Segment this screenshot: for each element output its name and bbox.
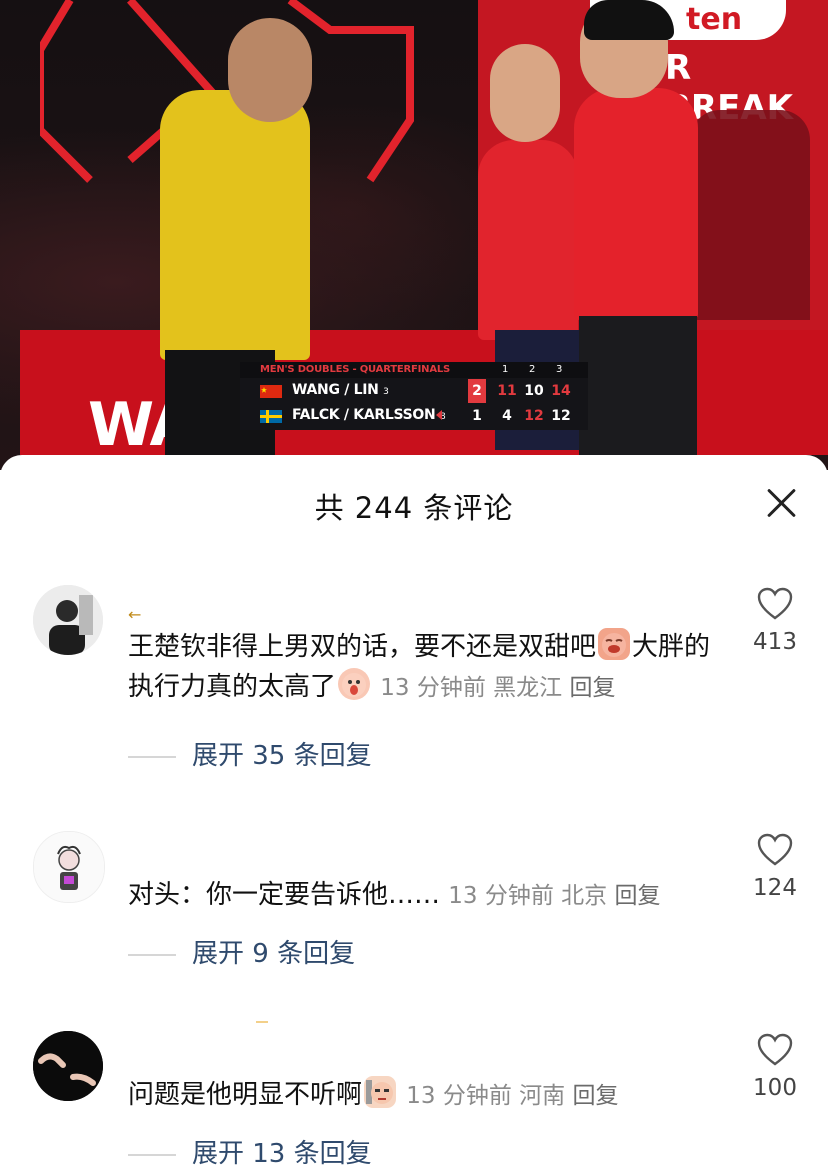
comment-sheet: 共 244 条评论 ← 王楚钦非得上男双的话，要不还是双甜吧 大胖的执行力真的太高… [0,455,828,1169]
like-count: 124 [753,875,797,901]
team-row: WANG / LIN 3 2 11 10 14 [240,379,588,403]
set-header: 3 [556,364,563,375]
expand-replies-button[interactable]: 展开 13 条回复 [128,1133,372,1173]
comment-meta: 13 分钟前 黑龙江 回复 [380,675,616,701]
player-figure [574,88,698,320]
user-badge [256,1021,268,1023]
expand-replies-button[interactable]: 展开 9 条回复 [128,933,355,973]
heart-icon [757,833,793,866]
comment-text: 问题是他明显不听啊 13 分钟前 河南 回复 [128,1075,718,1116]
comment-meta: 13 分钟前 北京 回复 [448,883,661,909]
reply-button[interactable]: 回复 [614,883,660,909]
coach-figure [160,90,310,360]
like-button[interactable]: 413 [750,587,800,655]
close-icon[interactable] [766,487,798,519]
comment-text: 对头：你一定要告诉他…… 13 分钟前 北京 回复 [128,880,661,910]
user-badge: ← [128,605,142,624]
set-header: 2 [529,364,536,375]
player-shorts [579,316,697,456]
crying-face-icon [598,628,631,660]
shocked-face-icon [338,668,371,700]
game-score: 11 [497,383,517,399]
team-name: FALCK / KARLSSON 8 [292,407,446,423]
divider-line [128,755,176,758]
comment-text: 王楚钦非得上男双的话，要不还是双甜吧 大胖的执行力真的太高了 13 分钟前 黑龙江… [128,627,718,708]
like-count: 100 [753,1075,797,1101]
player-figure [478,140,578,340]
china-flag-icon [260,385,282,398]
game-score: 14 [551,383,571,399]
heart-icon [757,587,793,620]
comment-count-title: 共 244 条评论 [314,491,514,525]
serve-indicator-icon [436,410,442,420]
event-title: MEN'S DOUBLES - QUARTERFINALS [260,364,451,375]
set-header: 1 [502,364,509,375]
sweden-flag-icon [260,410,282,423]
reply-button[interactable]: 回复 [569,675,615,701]
avatar[interactable] [33,831,105,903]
player-head [490,44,560,142]
reply-button[interactable]: 回复 [572,1083,618,1109]
avatar[interactable] [33,1031,103,1101]
expand-replies-button[interactable]: 展开 35 条回复 [128,735,372,775]
divider-line [128,953,176,956]
scoreboard: MEN'S DOUBLES - QUARTERFINALS 1 2 3 WANG… [240,362,588,430]
game-score: 12 [551,408,571,424]
player-hair [584,0,674,40]
team-row: FALCK / KARLSSON 8 1 4 12 12 [240,404,588,428]
crowd [690,110,810,320]
divider-line [128,1153,176,1156]
like-button[interactable]: 124 [750,833,800,901]
comment-meta: 13 分钟前 河南 回复 [406,1083,619,1109]
game-score: 4 [502,408,512,424]
video-player[interactable]: ten R BREAK WA MEN'S DOUBLES - QUARTERFI… [0,0,828,470]
team-name: WANG / LIN 3 [292,382,389,398]
avatar[interactable] [33,585,103,655]
coach-head [228,18,312,122]
like-button[interactable]: 100 [750,1033,800,1101]
like-count: 413 [753,629,797,655]
speechless-face-icon [364,1076,397,1108]
game-score: 10 [524,383,544,399]
sets-won: 2 [468,379,486,403]
sets-won: 1 [472,408,482,424]
game-score: 12 [524,408,544,424]
heart-icon [757,1033,793,1066]
